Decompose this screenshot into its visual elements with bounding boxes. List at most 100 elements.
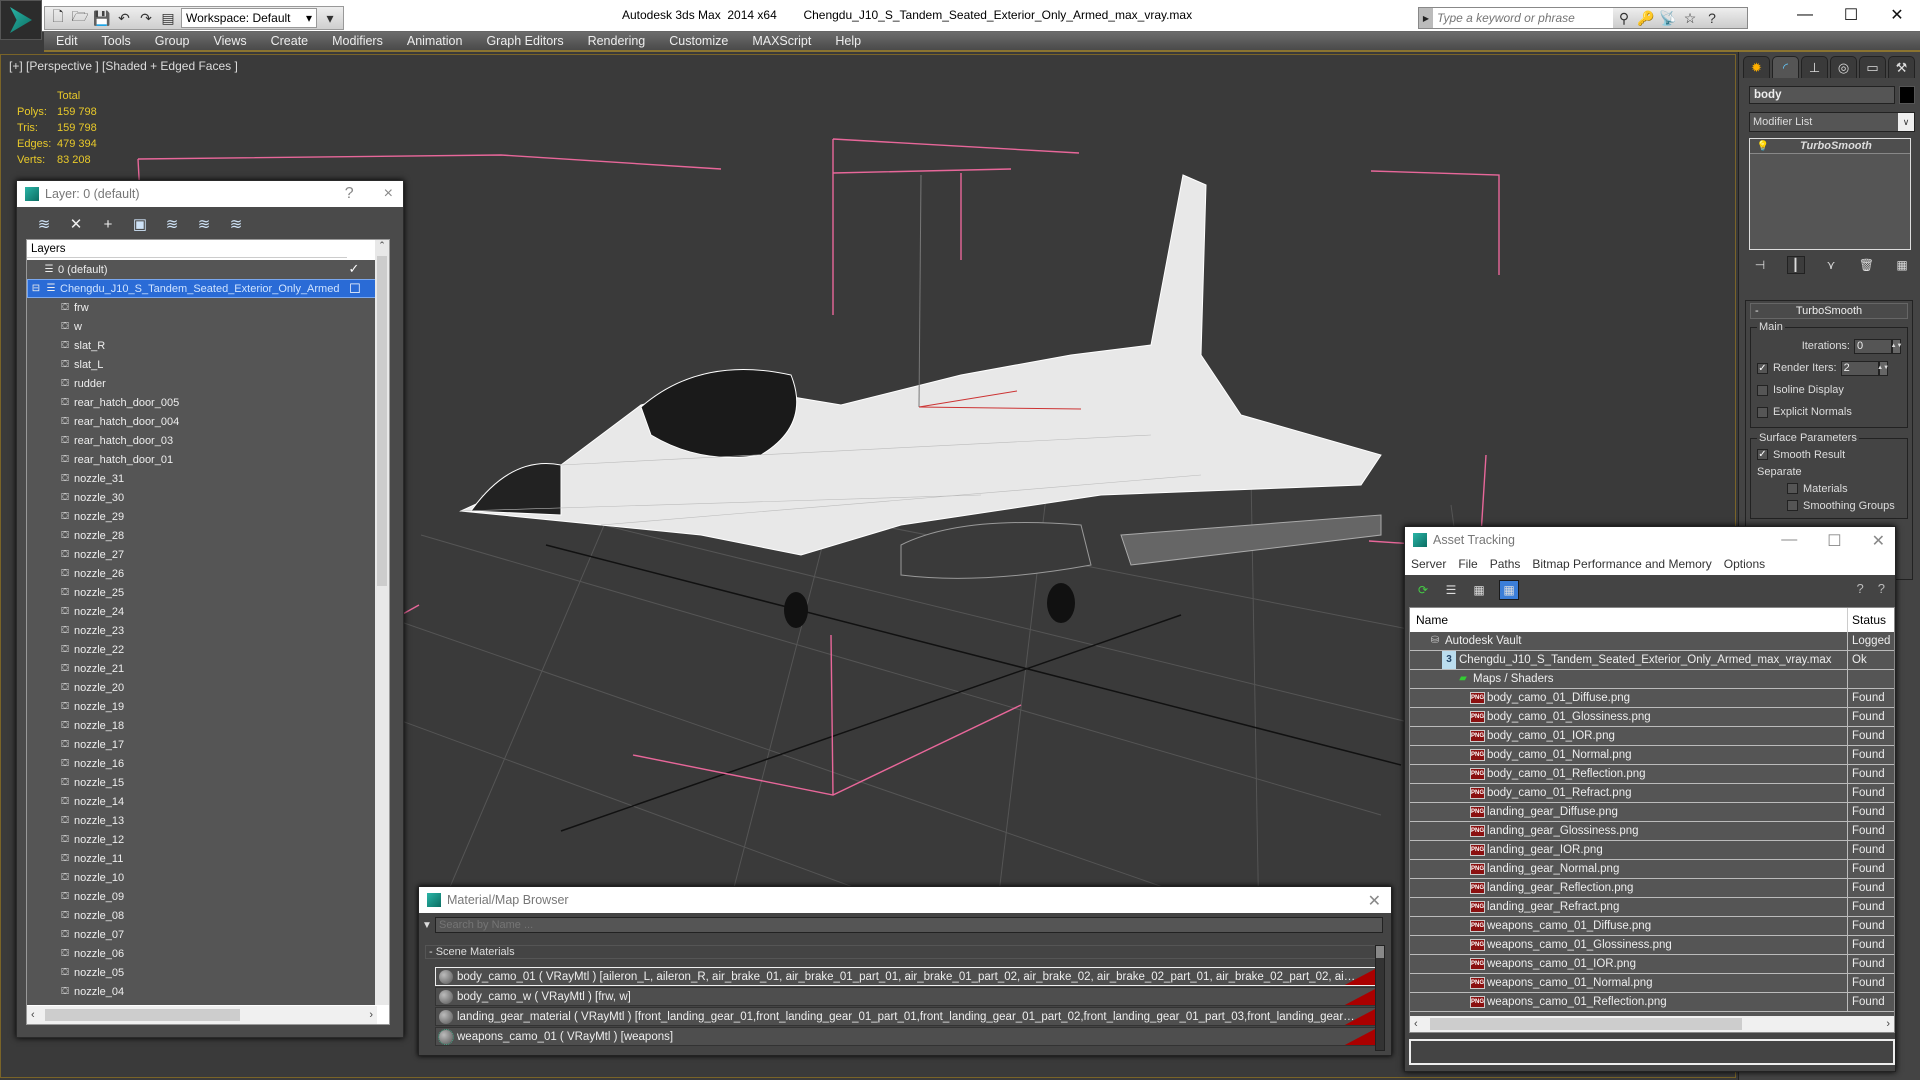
- satellite-icon[interactable]: 📡: [1657, 8, 1679, 28]
- materials-checkbox[interactable]: [1787, 483, 1798, 494]
- active-layer-checkbox[interactable]: ☐: [348, 281, 362, 296]
- pin-stack-icon[interactable]: ⊣: [1751, 256, 1769, 274]
- render-iters-checkbox[interactable]: ✓: [1757, 362, 1768, 374]
- asset-row[interactable]: 3 Chengdu_J10_S_Tandem_Seated_Exterior_On…: [1410, 651, 1894, 670]
- asset-row[interactable]: PNG weapons_camo_01_Normal.png Found: [1410, 974, 1894, 993]
- material-item[interactable]: landing_gear_material ( VRayMtl ) [front…: [435, 1007, 1378, 1026]
- lightbulb-icon[interactable]: 💡: [1756, 141, 1770, 152]
- asset-row[interactable]: PNG landing_gear_Diffuse.png Found: [1410, 803, 1894, 822]
- material-browser-titlebar[interactable]: Material/Map Browser ✕: [419, 887, 1391, 913]
- layer-object-row[interactable]: ⛋ nozzle_20: [27, 678, 377, 697]
- scene-materials-group-header[interactable]: - Scene Materials: [425, 945, 1377, 959]
- layer-object-row[interactable]: ⛋ nozzle_29: [27, 507, 377, 526]
- asset-row[interactable]: PNG landing_gear_Reflection.png Found: [1410, 879, 1894, 898]
- workspace-dropdown[interactable]: Workspace: Default ▾: [181, 8, 317, 28]
- spinner-arrows-icon[interactable]: ▲▼: [1877, 360, 1889, 376]
- hide-freeze-layer-icon[interactable]: ≋: [227, 215, 245, 233]
- redo-icon[interactable]: ↷: [137, 9, 155, 27]
- menu-rendering[interactable]: Rendering: [576, 34, 658, 48]
- layer-object-row[interactable]: ⛋ nozzle_18: [27, 716, 377, 735]
- application-menu-button[interactable]: [0, 0, 42, 40]
- material-vertical-scrollbar[interactable]: [1375, 945, 1385, 1051]
- close-button[interactable]: ×: [384, 185, 393, 203]
- layer-object-row[interactable]: ⛋ nozzle_19: [27, 697, 377, 716]
- material-item[interactable]: body_camo_w ( VRayMtl ) [frw, w]: [435, 987, 1378, 1006]
- menu-file[interactable]: File: [1458, 557, 1477, 571]
- menu-options[interactable]: Options: [1724, 557, 1765, 571]
- asset-row[interactable]: PNG body_camo_01_Reflection.png Found: [1410, 765, 1894, 784]
- tab-hierarchy[interactable]: ⊥: [1801, 56, 1828, 78]
- layer-object-row[interactable]: ⛋ nozzle_04: [27, 982, 377, 1001]
- layer-object-row[interactable]: ⛋ nozzle_26: [27, 564, 377, 583]
- table-view-icon[interactable]: ▦: [1499, 580, 1519, 600]
- layer-vertical-scrollbar[interactable]: ⌃: [375, 240, 389, 1005]
- select-objects-icon[interactable]: ▣: [131, 215, 149, 233]
- tab-motion[interactable]: ◎: [1830, 56, 1857, 78]
- asset-row[interactable]: PNG body_camo_01_Normal.png Found: [1410, 746, 1894, 765]
- asset-row[interactable]: PNG body_camo_01_Glossiness.png Found: [1410, 708, 1894, 727]
- layer-object-row[interactable]: ⛋ rudder: [27, 374, 377, 393]
- layer-object-row[interactable]: ⛋ nozzle_11: [27, 849, 377, 868]
- object-color-swatch[interactable]: [1899, 86, 1915, 104]
- render-iters-spinner[interactable]: 2: [1840, 360, 1879, 376]
- menu-modifiers[interactable]: Modifiers: [320, 34, 395, 48]
- save-icon[interactable]: 💾: [93, 9, 111, 27]
- layer-object-row[interactable]: ⛋ nozzle_09: [27, 887, 377, 906]
- layer-object-row[interactable]: ⛋ nozzle_14: [27, 792, 377, 811]
- viewport-label[interactable]: [+] [Perspective ] [Shaded + Edged Faces…: [9, 59, 238, 73]
- asset-row[interactable]: PNG landing_gear_Refract.png Found: [1410, 898, 1894, 917]
- smoothing-groups-checkbox[interactable]: [1787, 500, 1798, 511]
- open-file-icon[interactable]: 🗁: [71, 8, 89, 27]
- layer-row-chengdu[interactable]: ⊟ ☰ Chengdu_J10_S_Tandem_Seated_Exterior…: [27, 279, 377, 298]
- options-dropdown-icon[interactable]: ▼: [419, 920, 435, 931]
- menu-create[interactable]: Create: [259, 34, 321, 48]
- asset-row[interactable]: PNG landing_gear_IOR.png Found: [1410, 841, 1894, 860]
- menu-help[interactable]: Help: [823, 34, 873, 48]
- tab-utilities[interactable]: ⚒: [1888, 56, 1915, 78]
- layer-object-row[interactable]: ⛋ nozzle_24: [27, 602, 377, 621]
- layer-object-row[interactable]: ⛋ nozzle_22: [27, 640, 377, 659]
- layer-object-row[interactable]: ⛋ nozzle_07: [27, 925, 377, 944]
- highlight-layer-icon[interactable]: ≋: [195, 215, 213, 233]
- layer-object-row[interactable]: ⛋ rear_hatch_door_01: [27, 450, 377, 469]
- layer-object-row[interactable]: ⛋ nozzle_15: [27, 773, 377, 792]
- menu-maxscript[interactable]: MAXScript: [740, 34, 823, 48]
- create-layer-icon[interactable]: ≋: [35, 215, 53, 233]
- column-status[interactable]: Status: [1848, 608, 1886, 632]
- layer-object-row[interactable]: ⛋ nozzle_16: [27, 754, 377, 773]
- column-name[interactable]: Name: [1410, 608, 1848, 632]
- tab-create[interactable]: ✹: [1743, 56, 1770, 78]
- menu-bitmap-performance[interactable]: Bitmap Performance and Memory: [1532, 557, 1711, 571]
- show-end-result-icon[interactable]: ┃: [1786, 256, 1805, 274]
- layer-object-row[interactable]: ⛋ nozzle_31: [27, 469, 377, 488]
- isoline-display-checkbox[interactable]: [1757, 384, 1768, 396]
- object-name-field[interactable]: body: [1749, 86, 1895, 104]
- layer-object-row[interactable]: ⛋nozzle_03: [27, 1001, 377, 1006]
- layer-object-row[interactable]: ⛋ nozzle_30: [27, 488, 377, 507]
- layer-horizontal-scrollbar[interactable]: ‹ ›: [27, 1006, 377, 1024]
- menu-tools[interactable]: Tools: [90, 34, 143, 48]
- expand-search-icon[interactable]: ▶: [1419, 8, 1433, 28]
- layer-object-row[interactable]: ⛋ nozzle_10: [27, 868, 377, 887]
- list-view-icon[interactable]: ☰: [1443, 582, 1459, 598]
- layer-object-row[interactable]: ⛋ nozzle_05: [27, 963, 377, 982]
- asset-row[interactable]: PNG weapons_camo_01_Reflection.png Found: [1410, 993, 1894, 1012]
- binoculars-icon[interactable]: ⚲: [1613, 8, 1635, 28]
- asset-row[interactable]: ▰ Maps / Shaders: [1410, 670, 1894, 689]
- layers-column-header[interactable]: Layers: [27, 240, 347, 258]
- minimize-button[interactable]: —: [1781, 531, 1797, 551]
- asset-row[interactable]: PNG body_camo_01_Diffuse.png Found: [1410, 689, 1894, 708]
- modifier-list-dropdown[interactable]: Modifier List ∨: [1749, 112, 1915, 132]
- layer-object-row[interactable]: ⛋ nozzle_21: [27, 659, 377, 678]
- layer-object-row[interactable]: ⛋ nozzle_13: [27, 811, 377, 830]
- collapse-icon[interactable]: ⊟: [30, 283, 42, 295]
- layer-object-row[interactable]: ⛋ rear_hatch_door_005: [27, 393, 377, 412]
- whats-this-icon[interactable]: ?: [1878, 581, 1885, 596]
- layer-object-row[interactable]: ⛋ rear_hatch_door_03: [27, 431, 377, 450]
- layer-object-row[interactable]: ⛋ w: [27, 317, 377, 336]
- remove-modifier-icon[interactable]: 🗑: [1858, 256, 1876, 274]
- close-button[interactable]: ✕: [1872, 531, 1885, 551]
- asset-row[interactable]: PNG weapons_camo_01_Diffuse.png Found: [1410, 917, 1894, 936]
- layer-object-row[interactable]: ⛋ slat_R: [27, 336, 377, 355]
- help-icon[interactable]: ?: [1701, 8, 1723, 28]
